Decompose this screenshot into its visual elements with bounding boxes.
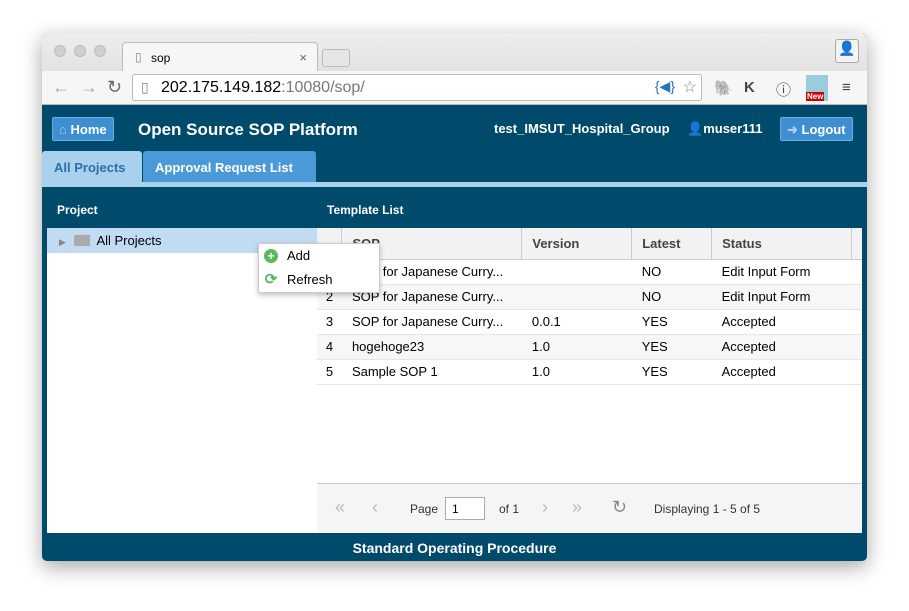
cell-filler	[851, 309, 862, 335]
logout-button[interactable]: ➜ Logout	[780, 117, 853, 141]
cell-status: Edit Input Form	[711, 284, 852, 310]
cell-latest: NO	[631, 259, 712, 285]
close-tab-icon[interactable]: ×	[299, 50, 307, 65]
home-icon: ⌂	[59, 122, 67, 137]
template-grid: SOP Version Latest Status 1SOP for Japan…	[317, 228, 862, 533]
row-number: 4	[317, 334, 342, 360]
cell-version	[521, 259, 632, 285]
tab-all-projects[interactable]: All Projects	[42, 151, 142, 182]
last-page-icon[interactable]: »	[572, 497, 582, 518]
cell-sop: Sample SOP 1	[341, 359, 522, 385]
tab-strip	[42, 182, 867, 187]
address-bar[interactable]: ▯ 202.175.149.182:10080/sop/ {◀} ☆	[132, 74, 702, 101]
cell-version: 1.0	[521, 334, 632, 360]
cell-version	[521, 284, 632, 310]
home-button[interactable]: ⌂ Home	[52, 117, 114, 141]
display-info: Displaying 1 - 5 of 5	[654, 502, 761, 516]
cell-latest: YES	[631, 309, 712, 335]
refresh-icon: ⟳	[264, 271, 278, 288]
page-icon: ▯	[135, 50, 142, 64]
cell-status: Accepted	[711, 359, 852, 385]
menu-icon[interactable]: ≡	[842, 79, 851, 96]
table-row[interactable]: 4 hogehoge23 1.0 YES Accepted	[317, 334, 862, 360]
menu-item-add[interactable]: + Add	[259, 244, 379, 268]
page-count: of 1	[499, 502, 520, 516]
cell-version: 0.0.1	[521, 309, 632, 335]
column-header-latest[interactable]: Latest	[631, 228, 713, 260]
row-number: 5	[317, 359, 342, 385]
first-page-icon[interactable]: «	[335, 497, 345, 518]
browser-tabbar: ▯ sop × 👤	[42, 33, 867, 72]
url-host: 202.175.149.182	[161, 79, 282, 96]
row-number: 3	[317, 309, 342, 335]
add-icon: +	[264, 249, 278, 263]
user-info[interactable]: 👤muser111	[687, 121, 762, 137]
app-header: ⌂ Home Open Source SOP Platform test_IMS…	[42, 105, 867, 150]
zoom-window-button[interactable]	[94, 45, 106, 57]
template-panel-title: Template List	[327, 203, 404, 217]
prev-page-icon[interactable]: ‹	[372, 497, 378, 518]
folder-icon	[73, 235, 90, 246]
browser-tab[interactable]: ▯ sop ×	[122, 42, 318, 72]
cell-filler	[851, 284, 862, 310]
table-row[interactable]: 3 SOP for Japanese Curry... 0.0.1 YES Accept…	[317, 309, 862, 335]
tab-title: sop	[151, 51, 171, 65]
user-icon: 👤	[687, 121, 704, 136]
info-extension-icon[interactable]: ⓘ	[776, 79, 791, 100]
pager: « ‹ Page of 1 › » ↻ Displaying 1 - 5 of …	[317, 483, 862, 533]
url-path: :10080/sop/	[281, 79, 365, 96]
expand-arrow-icon[interactable]: ▶	[59, 237, 66, 247]
table-row[interactable]: 2 SOP for Japanese Curry... NO Edit Input F…	[317, 284, 862, 310]
logout-icon: ➜	[787, 122, 798, 137]
cell-latest: NO	[631, 284, 712, 310]
footer: Standard Operating Procedure	[352, 540, 557, 556]
page-label: Page	[410, 502, 439, 516]
profile-icon[interactable]: 👤	[835, 39, 859, 63]
extension-icon[interactable]: {◀}	[655, 78, 675, 95]
minimize-window-button[interactable]	[74, 45, 86, 57]
cell-version: 1.0	[521, 359, 632, 385]
cell-filler	[851, 334, 862, 360]
new-extension-icon[interactable]: New	[806, 75, 828, 101]
context-menu: + Add ⟳ Refresh	[258, 243, 380, 293]
evernote-icon[interactable]: 🐘	[714, 79, 733, 97]
table-row[interactable]: 5 Sample SOP 1 1.0 YES Accepted	[317, 359, 862, 385]
cell-sop: SOP for Japanese Curry...	[341, 309, 522, 335]
column-header-status[interactable]: Status	[711, 228, 852, 260]
tab-approval-request-list[interactable]: Approval Request List	[143, 151, 316, 182]
cell-filler	[851, 259, 862, 285]
cell-status: Accepted	[711, 309, 852, 335]
cell-sop: hogehoge23	[341, 334, 522, 360]
close-window-button[interactable]	[54, 45, 66, 57]
cell-latest: YES	[631, 359, 712, 385]
cell-filler	[851, 359, 862, 385]
k-extension-icon[interactable]: K	[744, 79, 755, 96]
cell-status: Edit Input Form	[711, 259, 852, 285]
new-tab-button[interactable]	[322, 49, 350, 67]
cell-latest: YES	[631, 334, 712, 360]
browser-window: ▯ sop × 👤 ← → ↻ ▯ 202.175.149.182:10080/…	[42, 33, 867, 561]
refresh-icon[interactable]: ↻	[612, 497, 627, 518]
cell-status: Accepted	[711, 334, 852, 360]
next-page-icon[interactable]: ›	[542, 497, 548, 518]
page-icon: ▯	[141, 79, 149, 95]
menu-item-refresh[interactable]: ⟳ Refresh	[259, 268, 379, 292]
bookmark-star-icon[interactable]: ☆	[683, 77, 697, 97]
project-panel-title: Project	[57, 203, 98, 217]
table-row[interactable]: 1SOP for Japanese Curry...NOEdit Input F…	[317, 259, 862, 285]
column-header-version[interactable]: Version	[521, 228, 633, 260]
page-input[interactable]	[445, 497, 485, 520]
app-title: Open Source SOP Platform	[138, 120, 358, 139]
reload-icon[interactable]: ↻	[107, 77, 122, 98]
forward-icon[interactable]: →	[80, 77, 98, 98]
browser-toolbar: ← → ↻ ▯ 202.175.149.182:10080/sop/ {◀} ☆…	[42, 71, 867, 105]
group-name: test_IMSUT_Hospital_Group	[494, 121, 670, 136]
back-icon[interactable]: ←	[52, 77, 70, 98]
